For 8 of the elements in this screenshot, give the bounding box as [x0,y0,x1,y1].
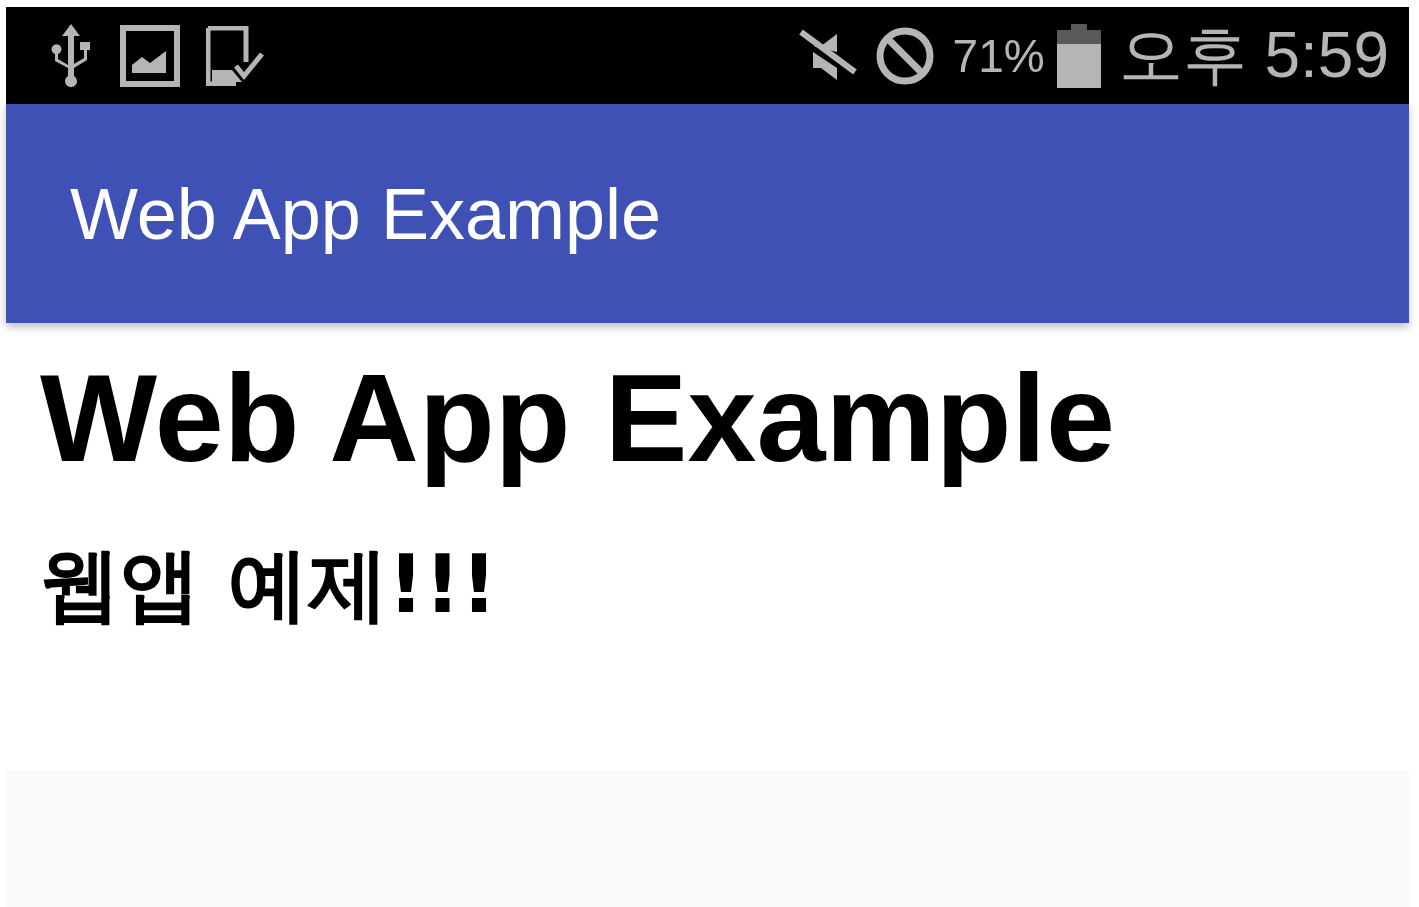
battery-icon [1056,23,1101,88]
clock: 오후 5:59 [1118,18,1389,93]
app-title: Web App Example [70,172,661,255]
battery-percent: 71% [952,28,1045,83]
image-icon [120,24,180,87]
do-not-disturb-icon [874,25,935,86]
page-subheading: 웹앱 예제!!! [40,541,499,630]
device-check-icon [206,25,264,86]
